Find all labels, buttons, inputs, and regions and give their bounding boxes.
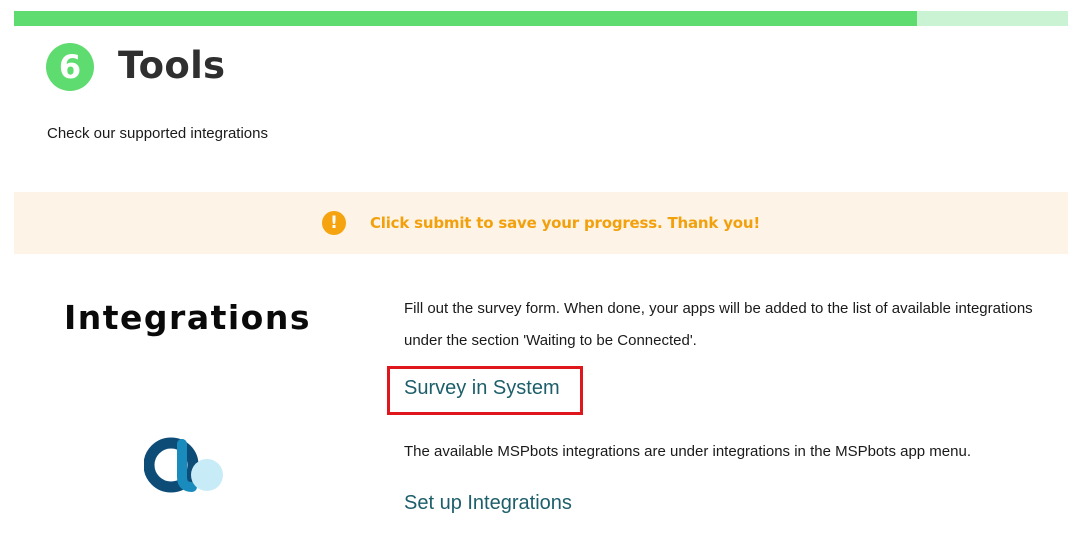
set-up-integrations-link[interactable]: Set up Integrations xyxy=(404,492,572,515)
page-title: Tools xyxy=(118,44,226,87)
section-title: Integrations xyxy=(64,298,311,337)
progress-bar xyxy=(14,11,1068,26)
exclamation-icon: ! xyxy=(321,211,346,235)
mspbots-logo xyxy=(144,437,223,493)
progress-bar-fill xyxy=(14,11,918,26)
step-number-badge: 6 xyxy=(46,43,94,91)
page-subtitle: Check our supported integrations xyxy=(47,125,268,142)
integrations-description: The available MSPbots integrations are u… xyxy=(404,443,971,460)
notice-banner: ! Click submit to save your progress. Th… xyxy=(14,192,1068,254)
survey-description: Fill out the survey form. When done, you… xyxy=(404,300,1033,349)
notice-text: Click submit to save your progress. Than… xyxy=(369,214,761,232)
survey-in-system-link[interactable]: Survey in System xyxy=(404,377,560,400)
